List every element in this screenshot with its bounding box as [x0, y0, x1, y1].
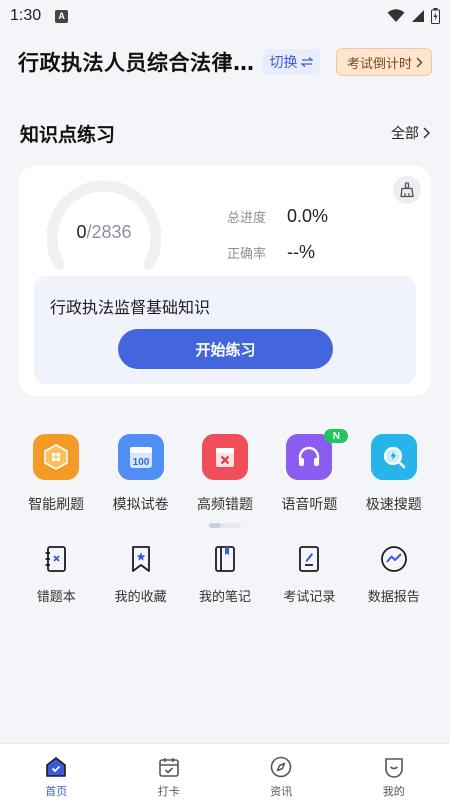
feature-pager — [209, 523, 241, 528]
tool-label: 数据报告 — [367, 590, 420, 605]
pager-track — [221, 523, 241, 528]
feature-grid: 智能刷题 100 模拟试卷 高频错题 N 语音听题 极速搜题 — [14, 429, 436, 514]
stat-label: 正确率 — [227, 246, 267, 262]
tool-mistake-book[interactable]: 错题本 — [14, 544, 98, 605]
tool-notes[interactable]: 我的笔记 — [183, 544, 267, 605]
view-all-label: 全部 — [391, 126, 419, 142]
stats: 总进度 0.0% 正确率 --% — [227, 198, 328, 270]
new-badge: N — [324, 429, 349, 443]
broom-icon — [400, 182, 414, 198]
feature-quick-search[interactable]: 极速搜题 — [352, 434, 436, 514]
reset-progress-button[interactable] — [393, 176, 421, 204]
frequent-mistakes-icon — [201, 434, 248, 480]
nav-home[interactable]: 首页 — [0, 744, 113, 801]
swap-icon — [300, 57, 313, 67]
compass-icon — [268, 754, 294, 780]
tool-data-report[interactable]: 数据报告 — [352, 544, 436, 605]
nav-profile[interactable]: 我的 — [338, 744, 450, 801]
bookmark-icon — [126, 544, 156, 574]
pager-active — [209, 523, 221, 528]
tool-label: 我的收藏 — [114, 590, 167, 605]
switch-exam-button[interactable]: 切换 — [262, 49, 320, 75]
calendar-check-icon — [156, 754, 182, 780]
tool-exam-records[interactable]: 考试记录 — [267, 544, 351, 605]
nav-checkin[interactable]: 打卡 — [113, 744, 226, 801]
stat-total-progress: 总进度 0.0% — [227, 198, 328, 234]
feature-smart-practice[interactable]: 智能刷题 — [14, 434, 98, 514]
nav-news[interactable]: 资讯 — [225, 744, 338, 801]
notebook-icon — [210, 544, 240, 574]
feature-label: 极速搜题 — [365, 497, 422, 513]
home-icon — [43, 754, 69, 780]
chevron-right-icon — [423, 127, 430, 139]
tool-favorites[interactable]: 我的收藏 — [98, 544, 182, 605]
feature-frequent-mistakes[interactable]: 高频错题 — [183, 434, 267, 514]
switch-label: 切换 — [269, 55, 298, 71]
wifi-icon — [387, 9, 405, 22]
progress-count: 0/2836 — [47, 222, 161, 243]
mistake-book-icon — [41, 544, 71, 574]
svg-text:100: 100 — [132, 457, 149, 468]
feature-label: 模拟试卷 — [112, 497, 169, 513]
tool-label: 我的笔记 — [198, 590, 251, 605]
feature-label: 高频错题 — [196, 497, 253, 513]
practice-card: 0/2836 总进度 0.0% 正确率 --% 行政执法监督基础知识 开始练习 — [19, 166, 431, 396]
quick-search-icon — [370, 434, 417, 480]
mock-exam-icon: 100 — [117, 434, 164, 480]
tools-row: 错题本 我的收藏 我的笔记 考试记录 数据报告 — [14, 544, 436, 605]
feature-label: 语音听题 — [281, 497, 338, 513]
done-count: 0 — [76, 222, 87, 242]
nav-label: 我的 — [382, 785, 405, 798]
nav-label: 资讯 — [270, 785, 293, 798]
section-title: 知识点练习 — [20, 123, 116, 146]
profile-icon — [381, 754, 407, 780]
signal-icon — [412, 10, 424, 22]
nav-label: 打卡 — [157, 785, 180, 798]
feature-label: 智能刷题 — [28, 497, 85, 513]
exam-record-icon — [294, 544, 324, 574]
countdown-label: 考试倒计时 — [346, 56, 412, 72]
nav-label: 首页 — [45, 785, 68, 798]
exam-countdown-button[interactable]: 考试倒计时 — [335, 48, 432, 76]
view-all-link[interactable]: 全部 — [391, 123, 430, 143]
stat-label: 总进度 — [227, 210, 267, 226]
smart-practice-icon — [33, 434, 80, 480]
start-practice-button[interactable]: 开始练习 — [118, 329, 333, 369]
notification-icon: A — [55, 9, 69, 23]
stat-accuracy: 正确率 --% — [227, 234, 328, 270]
status-time: 1:30 — [10, 7, 42, 24]
section-header: 知识点练习 全部 — [0, 116, 450, 150]
feature-audio-questions[interactable]: N 语音听题 — [267, 429, 351, 514]
status-bar: 1:30 A — [0, 0, 450, 32]
stat-value: 0.0% — [287, 205, 329, 226]
tool-label: 错题本 — [36, 590, 76, 605]
chevron-right-icon — [416, 56, 423, 68]
topic-title: 行政执法监督基础知识 — [50, 298, 211, 317]
data-report-icon — [379, 544, 409, 574]
bottom-nav: 首页 打卡 资讯 我的 — [0, 743, 450, 801]
stat-value: --% — [287, 241, 315, 262]
topic-panel: 行政执法监督基础知识 开始练习 — [34, 276, 416, 384]
status-icons — [387, 8, 440, 24]
page-title: 行政执法人员综合法律… — [18, 51, 255, 75]
battery-icon — [431, 8, 440, 24]
tool-label: 考试记录 — [283, 590, 336, 605]
audio-questions-icon: N — [286, 429, 349, 480]
app-header: 行政执法人员综合法律… 切换 考试倒计时 — [0, 42, 450, 82]
feature-mock-exam[interactable]: 100 模拟试卷 — [98, 434, 182, 514]
total-count: /2836 — [86, 222, 132, 242]
